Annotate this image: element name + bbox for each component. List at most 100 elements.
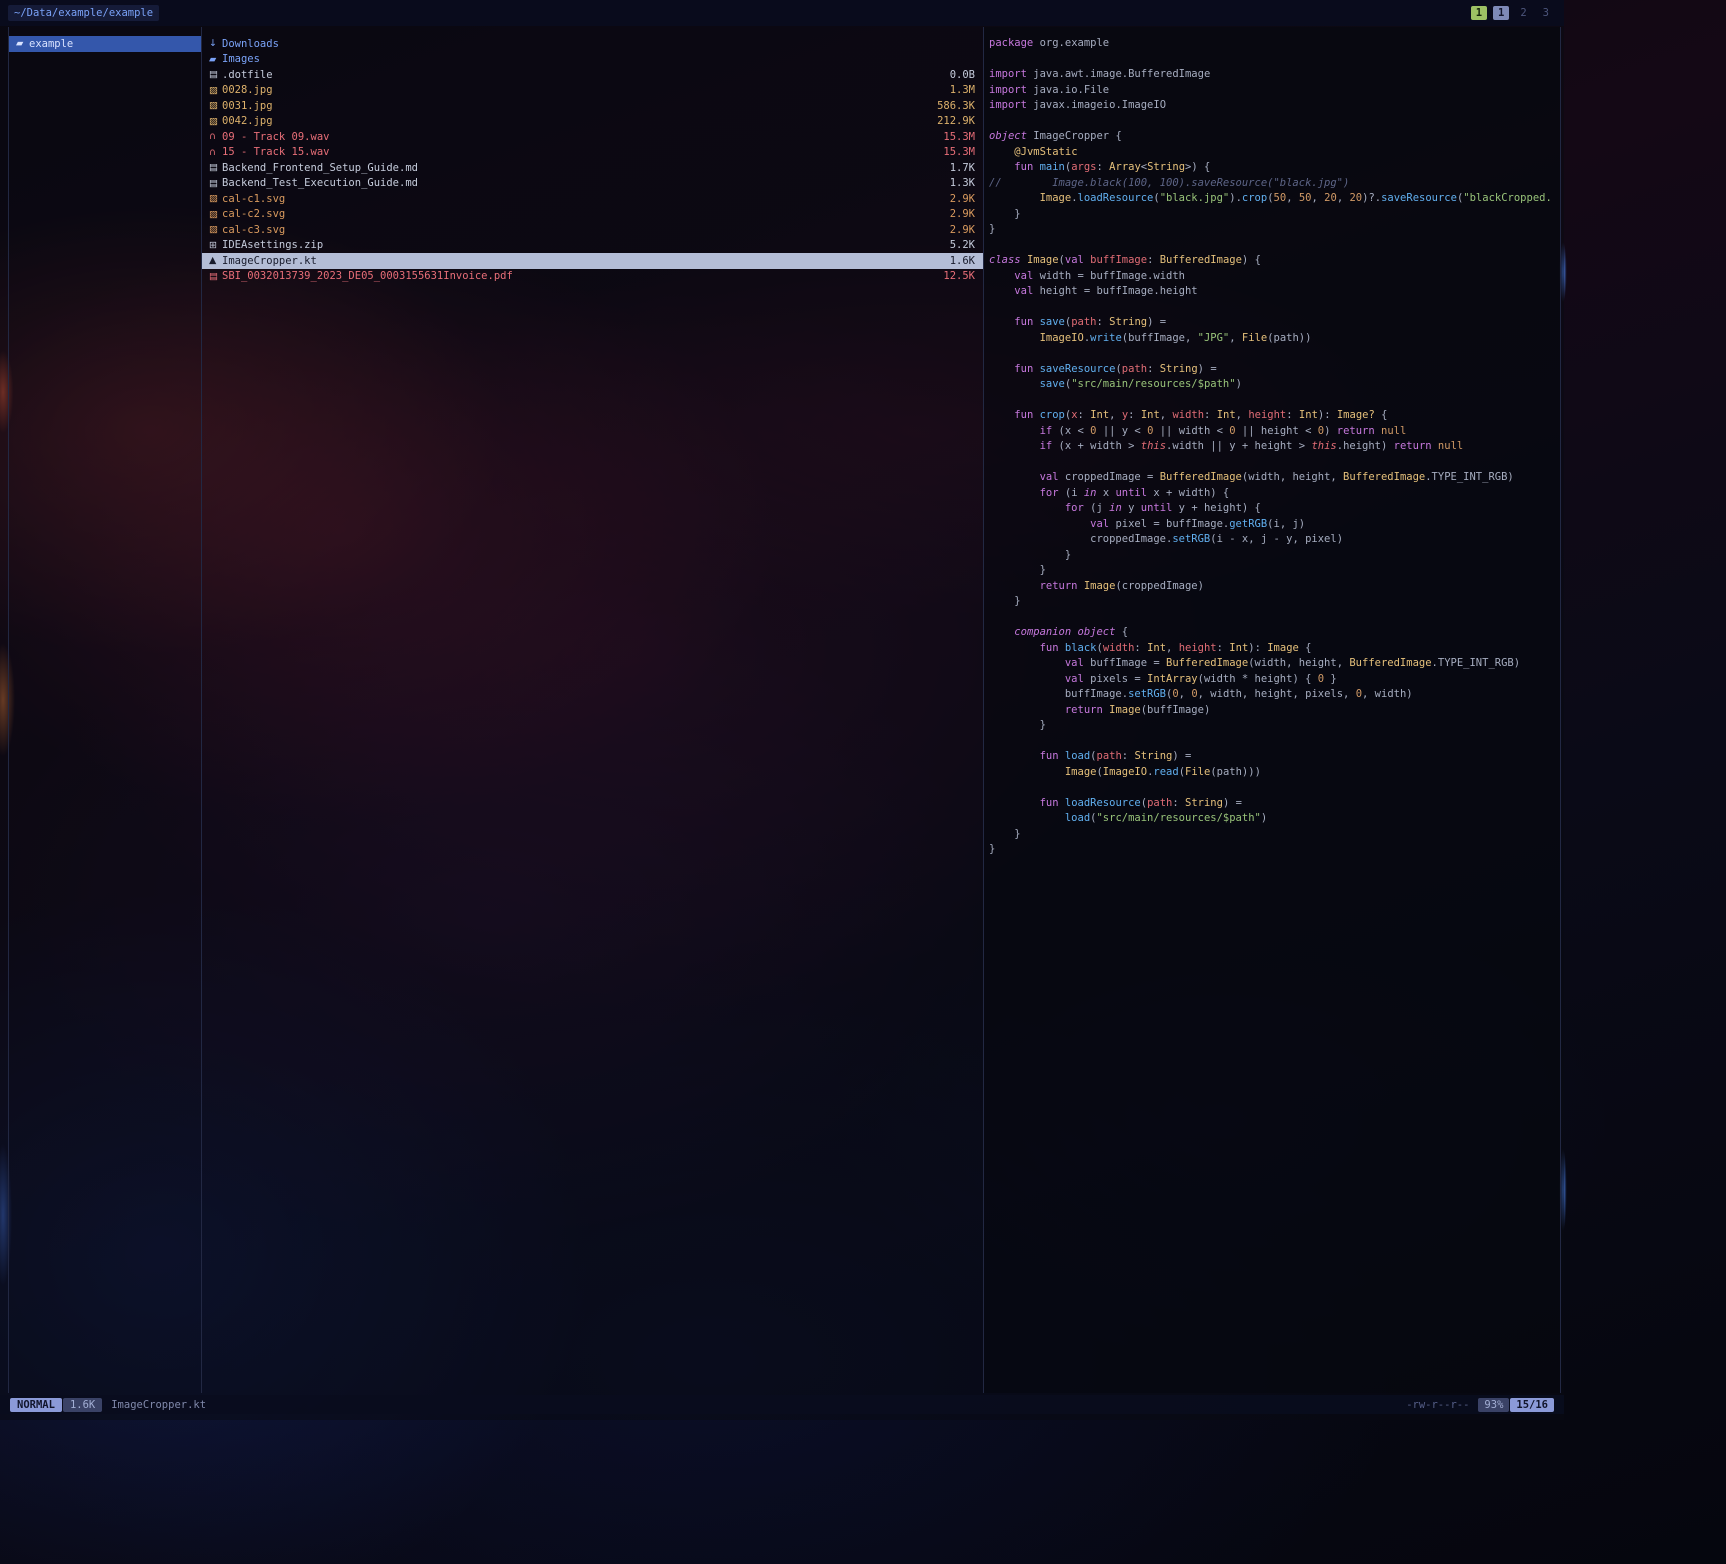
code-line: } (989, 563, 1558, 579)
file-row[interactable]: ▲ImageCropper.kt1.6K (202, 253, 983, 269)
position-badge-group: 93% 15/16 (1478, 1398, 1554, 1412)
tab-3[interactable]: 3 (1538, 6, 1554, 20)
file-row[interactable]: ▧cal-c2.svg2.9K (202, 207, 983, 223)
code-line: fun save(path: String) = (989, 315, 1558, 331)
file-name: cal-c1.svg (222, 193, 285, 205)
code-line: } (989, 548, 1558, 564)
image-file-icon: ▨ (209, 85, 222, 96)
code-line: load("src/main/resources/$path") (989, 811, 1558, 827)
code-line: } (989, 827, 1558, 843)
file-name: Backend_Frontend_Setup_Guide.md (222, 162, 418, 174)
file-row[interactable]: ▧cal-c3.svg2.9K (202, 222, 983, 238)
file-row[interactable]: ∩09 - Track 09.wav15.3M (202, 129, 983, 145)
folder-icon: ▰ (16, 38, 29, 49)
preview-panel: package org.example import java.awt.imag… (984, 27, 1560, 1393)
file-row[interactable]: ▤Backend_Frontend_Setup_Guide.md1.7K (202, 160, 983, 176)
file-row[interactable]: ∩15 - Track 15.wav 15.3M (202, 145, 983, 161)
file-icon: ▤ (209, 69, 222, 80)
file-size: 1.6K (950, 255, 975, 267)
code-line: for (j in y until y + height) { (989, 501, 1558, 517)
code-line: } (989, 594, 1558, 610)
file-size: 12.5K (943, 270, 975, 282)
code-line: companion object { (989, 625, 1558, 641)
code-line: if (x + width > this.width || y + height… (989, 439, 1558, 455)
markdown-file-icon: ▤ (209, 178, 222, 189)
file-name: IDEAsettings.zip (222, 239, 323, 251)
file-permissions: -rw-r--r-- (1406, 1399, 1469, 1411)
code-line: val pixels = IntArray(width * height) { … (989, 672, 1558, 688)
file-row[interactable]: ↓Downloads (202, 36, 983, 52)
markdown-file-icon: ▤ (209, 162, 222, 173)
file-size: 2.9K (950, 208, 975, 220)
svg-file-icon: ▧ (209, 193, 222, 204)
file-row[interactable]: ⊞IDEAsettings.zip5.2K (202, 238, 983, 254)
file-size: 15.3M (943, 131, 975, 143)
file-row[interactable]: ▤SBI_0032013739_2023_DE05_0003155631Invo… (202, 269, 983, 285)
code-line (989, 455, 1558, 471)
file-row[interactable]: ▰Images (202, 52, 983, 68)
code-line: // Image.black(100, 100).saveResource("b… (989, 176, 1558, 192)
task-count-badge: 1 (1471, 6, 1487, 20)
file-size: 2.9K (950, 193, 975, 205)
file-size: 5.2K (950, 239, 975, 251)
file-row[interactable]: ▨0042.jpg212.9K (202, 114, 983, 130)
file-size: 586.3K (937, 100, 975, 112)
file-row[interactable]: ▨0028.jpg1.3M (202, 83, 983, 99)
file-row[interactable]: ▨0031.jpg586.3K (202, 98, 983, 114)
code-line: } (989, 207, 1558, 223)
svg-file-icon: ▧ (209, 209, 222, 220)
status-right: -rw-r--r-- 93% 15/16 (1406, 1398, 1554, 1412)
file-row[interactable]: ▧cal-c1.svg 2.9K (202, 191, 983, 207)
code-line: return Image(croppedImage) (989, 579, 1558, 595)
status-bar: NORMAL 1.6K ImageCropper.kt -rw-r--r-- 9… (0, 1395, 1564, 1414)
pdf-file-icon: ▤ (209, 271, 222, 282)
cursor-position-badge: 15/16 (1510, 1398, 1554, 1412)
file-name: 0031.jpg (222, 100, 273, 112)
audio-file-icon: ∩ (209, 147, 222, 158)
code-line: } (989, 842, 1558, 858)
file-size: 2.9K (950, 224, 975, 236)
file-row[interactable]: ▤Backend_Test_Execution_Guide.md1.3K (202, 176, 983, 192)
breadcrumb-path[interactable]: ~/Data/example/example (8, 5, 159, 21)
mode-badge-group: NORMAL 1.6K (10, 1398, 102, 1412)
status-filename: ImageCropper.kt (111, 1399, 206, 1411)
code-line: if (x < 0 || y < 0 || width < 0 || heigh… (989, 424, 1558, 440)
status-left: NORMAL 1.6K ImageCropper.kt (10, 1398, 206, 1412)
file-size: 15.3M (943, 146, 975, 158)
tab-bar: 1123 (1471, 6, 1554, 20)
code-line: fun main(args: Array<String>) { (989, 160, 1558, 176)
code-line: import java.io.File (989, 83, 1558, 99)
code-line: fun black(width: Int, height: Int): Imag… (989, 641, 1558, 657)
file-name: Backend_Test_Execution_Guide.md (222, 177, 418, 189)
top-bar: ~/Data/example/example 1123 (0, 0, 1564, 26)
code-line: import javax.imageio.ImageIO (989, 98, 1558, 114)
code-line (989, 610, 1558, 626)
tab-1[interactable]: 1 (1493, 6, 1509, 20)
file-size-badge: 1.6K (63, 1398, 102, 1412)
code-line: val height = buffImage.height (989, 284, 1558, 300)
code-line: fun load(path: String) = (989, 749, 1558, 765)
file-name: 0042.jpg (222, 115, 273, 127)
parent-dir-item[interactable]: ▰example (9, 36, 201, 52)
code-line: buffImage.setRGB(0, 0, width, height, pi… (989, 687, 1558, 703)
code-line (989, 346, 1558, 362)
code-line: @JvmStatic (989, 145, 1558, 161)
download-folder-icon: ↓ (209, 38, 222, 49)
file-row[interactable]: ▤.dotfile0.0B (202, 67, 983, 83)
folder-icon: ▰ (209, 54, 222, 65)
code-line: val width = buffImage.width (989, 269, 1558, 285)
file-size: 0.0B (950, 69, 975, 81)
code-line: save("src/main/resources/$path") (989, 377, 1558, 393)
file-name: 0028.jpg (222, 84, 273, 96)
parent-directory-panel: ▰example (9, 27, 202, 1393)
parent-dir-name: example (29, 38, 73, 50)
file-name: 15 - Track 15.wav (222, 146, 329, 158)
code-line (989, 780, 1558, 796)
tab-2[interactable]: 2 (1515, 6, 1531, 20)
code-line (989, 300, 1558, 316)
code-line: Image.loadResource("black.jpg").crop(50,… (989, 191, 1558, 207)
kotlin-file-icon: ▲ (209, 255, 222, 266)
code-line: croppedImage.setRGB(i - x, j - y, pixel) (989, 532, 1558, 548)
yazi-file-manager: ~/Data/example/example 1123 ▰example ↓Do… (0, 0, 1564, 1420)
code-line: } (989, 718, 1558, 734)
